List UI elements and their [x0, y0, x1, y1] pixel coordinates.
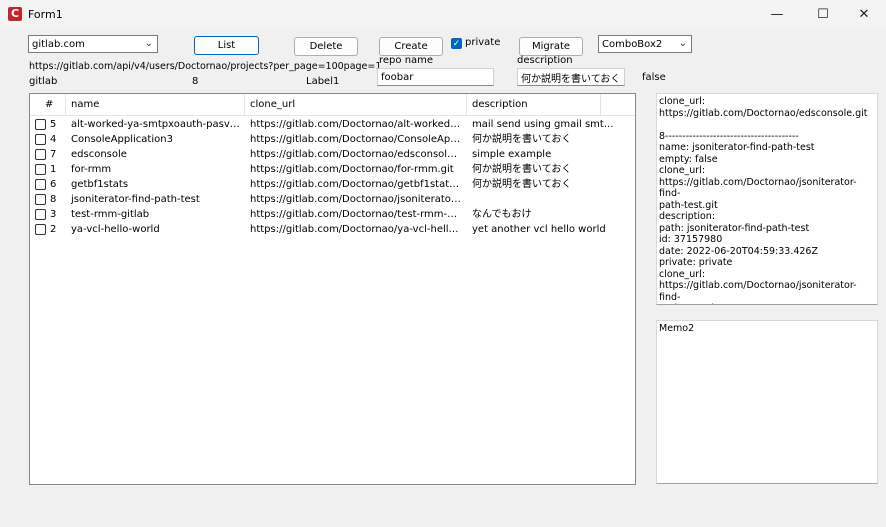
row-name: ya-vcl-hello-world — [71, 224, 160, 235]
chevron-down-icon: ⌄ — [144, 38, 153, 49]
row-description: 何か説明を書いておく — [472, 179, 572, 190]
source-label: gitlab — [29, 76, 58, 87]
row-checkbox[interactable] — [35, 164, 46, 175]
row-checkbox[interactable] — [35, 149, 46, 160]
row-description: yet another vcl hello world — [472, 224, 606, 235]
row-checkbox[interactable] — [35, 224, 46, 235]
row-name: jsoniterator-find-path-test — [71, 194, 200, 205]
chevron-down-icon: ⌄ — [678, 38, 687, 49]
description-label: description — [517, 55, 573, 66]
list-button[interactable]: List — [194, 36, 259, 55]
column-header-description[interactable]: description — [467, 94, 601, 115]
memo2[interactable]: Memo2 — [656, 320, 878, 484]
combobox2[interactable]: ComboBox2 ⌄ — [598, 35, 692, 53]
row-number: 5 — [50, 119, 57, 130]
row-name: test-rmm-gitlab — [71, 209, 150, 220]
row-number: 2 — [50, 224, 57, 235]
migrate-button[interactable]: Migrate — [519, 37, 583, 56]
row-checkbox[interactable] — [35, 194, 46, 205]
row-clone-url: https://gitlab.com/Doctornao/jsoniterato… — [250, 194, 462, 205]
false-label: false — [642, 72, 666, 83]
row-name: alt-worked-ya-smtpxoauth-pasversion — [71, 119, 241, 130]
private-checkbox[interactable]: ✓ — [451, 38, 462, 49]
column-header-num[interactable]: # — [30, 94, 66, 115]
row-checkbox[interactable] — [35, 119, 46, 130]
row-number: 4 — [50, 134, 57, 145]
row-checkbox[interactable] — [35, 179, 46, 190]
row-clone-url: https://gitlab.com/Doctornao/test-rmm-gi… — [250, 209, 462, 220]
column-header-name[interactable]: name — [66, 94, 245, 115]
host-combobox-value: gitlab.com — [32, 38, 85, 50]
table-row[interactable]: 5 alt-worked-ya-smtpxoauth-pasversion http… — [30, 117, 635, 132]
table-row[interactable]: 6 getbf1stats https://gitlab.com/Doctornao… — [30, 177, 635, 192]
maximize-button[interactable]: ☐ — [800, 0, 846, 28]
row-number: 3 — [50, 209, 57, 220]
row-description: mail send using gmail smt... — [472, 119, 614, 130]
label1: Label1 — [306, 76, 340, 87]
description-input-value: 何か説明を書いておく — [521, 73, 621, 85]
row-name: edsconsole — [71, 149, 127, 160]
api-url-label: https://gitlab.com/api/v4/users/Doctorna… — [29, 61, 382, 72]
row-description: 何か説明を書いておく — [472, 164, 572, 175]
row-clone-url: https://gitlab.com/Doctornao/ya-vcl-hell… — [250, 224, 462, 235]
combobox2-value: ComboBox2 — [602, 38, 663, 50]
table-row[interactable]: 8 jsoniterator-find-path-test https://gitl… — [30, 192, 635, 207]
table-row[interactable]: 1 for-rmm https://gitlab.com/Doctornao/for… — [30, 162, 635, 177]
repo-name-input[interactable]: foobar — [377, 68, 494, 86]
window-title: Form1 — [28, 8, 63, 21]
grid-header: # name clone_url description — [30, 94, 635, 116]
count-label: 8 — [192, 76, 199, 87]
row-description: なんでもおけ — [472, 209, 532, 220]
row-checkbox[interactable] — [35, 134, 46, 145]
row-clone-url: https://gitlab.com/Doctornao/for-rmm.git — [250, 164, 454, 175]
private-checkbox-label: private — [465, 37, 501, 48]
row-name: getbf1stats — [71, 179, 129, 190]
row-number: 6 — [50, 179, 57, 190]
table-row[interactable]: 2 ya-vcl-hello-world https://gitlab.com/Do… — [30, 222, 635, 237]
row-checkbox[interactable] — [35, 209, 46, 220]
column-header-clone-url[interactable]: clone_url — [245, 94, 467, 115]
row-description: 何か説明を書いておく — [472, 134, 572, 145]
row-number: 8 — [50, 194, 57, 205]
projects-grid[interactable]: # name clone_url description 5 alt-worked… — [29, 93, 636, 485]
row-clone-url: https://gitlab.com/Doctornao/ConsoleAppl… — [250, 134, 462, 145]
description-input[interactable]: 何か説明を書いておく — [517, 68, 625, 86]
row-clone-url: https://gitlab.com/Doctornao/alt-worked-… — [250, 119, 462, 130]
row-number: 1 — [50, 164, 57, 175]
table-row[interactable]: 7 edsconsole https://gitlab.com/Doctornao/… — [30, 147, 635, 162]
minimize-button[interactable]: — — [754, 0, 800, 28]
row-clone-url: https://gitlab.com/Doctornao/edsconsole.… — [250, 149, 462, 160]
repo-name-label: repo name — [379, 55, 434, 66]
row-name: for-rmm — [71, 164, 112, 175]
row-description: simple example — [472, 149, 552, 160]
row-number: 7 — [50, 149, 57, 160]
table-row[interactable]: 4 ConsoleApplication3 https://gitlab.com/D… — [30, 132, 635, 147]
row-name: ConsoleApplication3 — [71, 134, 173, 145]
create-button[interactable]: Create — [379, 37, 443, 56]
row-description — [472, 192, 632, 207]
memo1[interactable]: clone_url: https://gitlab.com/Doctornao/… — [656, 93, 878, 305]
table-row[interactable]: 3 test-rmm-gitlab https://gitlab.com/Docto… — [30, 207, 635, 222]
host-combobox[interactable]: gitlab.com ⌄ — [28, 35, 158, 53]
delete-button[interactable]: Delete — [294, 37, 358, 56]
row-clone-url: https://gitlab.com/Doctornao/getbf1stats… — [250, 179, 462, 190]
app-icon: C — [8, 7, 22, 21]
close-button[interactable]: ✕ — [841, 0, 886, 28]
repo-name-input-value: foobar — [381, 71, 414, 83]
